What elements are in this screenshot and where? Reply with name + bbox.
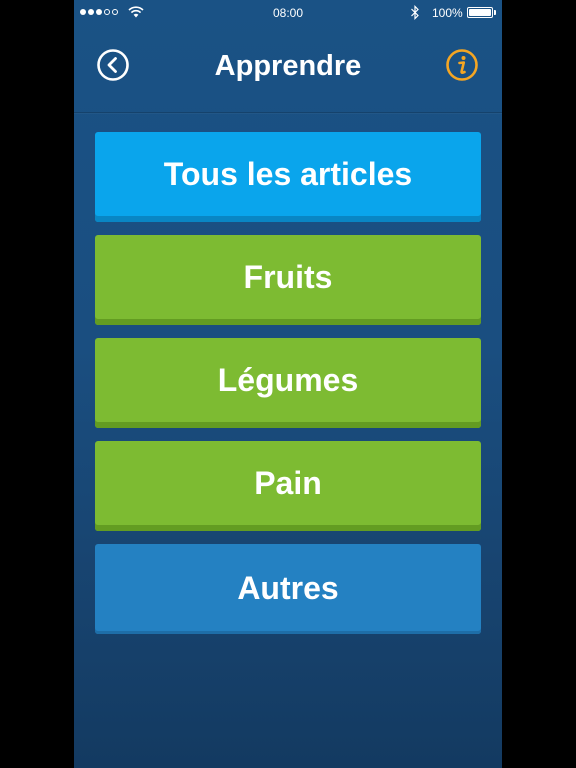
battery-icon: [467, 7, 493, 18]
bluetooth-icon: [411, 5, 419, 20]
category-menu: Tous les articles Fruits Légumes Pain Au…: [95, 132, 481, 647]
vegetables-button[interactable]: Légumes: [95, 338, 481, 428]
page-title: Apprendre: [214, 50, 362, 82]
battery-percent: 100%: [432, 6, 463, 20]
battery-level: [469, 9, 491, 16]
all-items-button[interactable]: Tous les articles: [95, 132, 481, 222]
fruits-button[interactable]: Fruits: [95, 235, 481, 325]
status-bar: 08:00 100%: [74, 0, 502, 26]
info-button[interactable]: [445, 48, 479, 82]
app-screen: 08:00 100% Apprendre Tous les articles F…: [74, 0, 502, 768]
navigation-bar: Apprendre: [74, 26, 502, 113]
others-button[interactable]: Autres: [95, 544, 481, 634]
battery-tip: [494, 10, 496, 15]
bread-button[interactable]: Pain: [95, 441, 481, 531]
